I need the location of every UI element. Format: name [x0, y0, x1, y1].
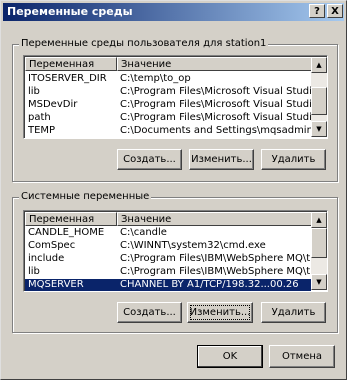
user-variables-list[interactable]: Переменная Значение ITOSERVER_DIR C:\tem… [23, 55, 328, 139]
variable-name: MSDevDir [28, 99, 78, 110]
close-button[interactable]: X [327, 4, 343, 18]
table-row-selected[interactable]: MQSERVER CHANNEL BY A1/TCP/198.32...00.2… [25, 279, 311, 291]
table-row[interactable]: lib C:\Program Files\Microsoft Visual St… [25, 86, 312, 98]
environment-variables-dialog: Переменные среды ? X Переменные среды по… [0, 0, 347, 380]
variable-value: CHANNEL BY A1/TCP/198.32...00.26 [120, 279, 299, 290]
scroll-down-icon[interactable]: ▼ [311, 121, 327, 137]
table-row[interactable]: MSDevDir C:\Program Files\Microsoft Visu… [25, 99, 312, 111]
system-edit-button[interactable]: Изменить... [187, 302, 253, 323]
variable-name: TEMP [28, 125, 56, 136]
variable-name: lib [28, 266, 40, 277]
variable-value: C:\Documents and Settings\mqsadmin\Lo... [120, 125, 312, 136]
variable-name: ITOSERVER_DIR [28, 73, 107, 84]
scroll-up-icon[interactable]: ▲ [311, 212, 327, 228]
user-variables-group-label: Переменные среды пользователя для statio… [19, 38, 269, 49]
system-variables-header: Переменная Значение [25, 212, 312, 226]
variable-name: path [28, 112, 51, 123]
column-header-variable[interactable]: Переменная [25, 212, 117, 226]
column-header-value[interactable]: Значение [117, 212, 312, 226]
column-header-value[interactable]: Значение [117, 57, 312, 71]
table-row[interactable]: CANDLE_HOME C:\candle [25, 227, 312, 239]
table-row[interactable]: path C:\Program Files\Microsoft Visual S… [25, 112, 312, 124]
scroll-down-icon[interactable]: ▼ [311, 274, 327, 290]
column-header-variable[interactable]: Переменная [25, 57, 117, 71]
title-bar: Переменные среды ? X [3, 3, 344, 21]
scroll-thumb[interactable] [311, 228, 327, 258]
table-row[interactable]: lib C:\Program Files\IBM\WebSphere MQ\t.… [25, 266, 312, 278]
system-delete-button[interactable]: Удалить [261, 302, 326, 323]
cancel-button[interactable]: Отмена [269, 345, 335, 368]
ok-button[interactable]: OK [197, 345, 263, 368]
variable-name: CANDLE_HOME [28, 227, 105, 238]
system-variables-group: Системные переменные Переменная Значение… [12, 191, 338, 333]
help-button[interactable]: ? [309, 4, 325, 18]
scroll-up-icon[interactable]: ▲ [311, 57, 327, 73]
variable-name: MQSERVER [28, 279, 84, 290]
system-variables-scrollbar[interactable]: ▲ ▼ [311, 212, 327, 290]
table-row[interactable]: ComSpec C:\WINNT\system32\cmd.exe [25, 240, 312, 252]
scroll-thumb[interactable] [311, 87, 327, 115]
variable-name: lib [28, 86, 40, 97]
user-edit-button[interactable]: Изменить... [189, 149, 254, 170]
window-title: Переменные среды [7, 5, 133, 18]
variable-value: C:\candle [120, 227, 167, 238]
system-variables-list[interactable]: Переменная Значение CANDLE_HOME C:\candl… [23, 210, 328, 292]
user-variables-header: Переменная Значение [25, 57, 312, 71]
table-row[interactable]: ITOSERVER_DIR C:\temp\to_op [25, 73, 312, 85]
variable-value: C:\Program Files\Microsoft Visual Studio… [120, 99, 312, 110]
variable-name: ComSpec [28, 240, 76, 251]
user-delete-button[interactable]: Удалить [261, 149, 326, 170]
user-new-button[interactable]: Создать... [117, 149, 182, 170]
table-row[interactable]: TEMP C:\Documents and Settings\mqsadmin\… [25, 125, 312, 137]
variable-value: C:\WINNT\system32\cmd.exe [120, 240, 266, 251]
user-variables-scrollbar[interactable]: ▲ ▼ [311, 57, 327, 137]
variable-value: C:\Program Files\Microsoft Visual Studio… [120, 112, 312, 123]
system-new-button[interactable]: Создать... [117, 302, 182, 323]
variable-value: C:\temp\to_op [120, 73, 191, 84]
user-variables-group: Переменные среды пользователя для statio… [12, 38, 338, 182]
system-variables-group-label: Системные переменные [19, 191, 152, 202]
table-row[interactable]: include C:\Program Files\IBM\WebSphere M… [25, 253, 312, 265]
variable-value: C:\Program Files\IBM\WebSphere MQ\t... [120, 266, 312, 277]
variable-name: include [28, 253, 65, 264]
variable-value: C:\Program Files\IBM\WebSphere MQ\t... [120, 253, 312, 264]
variable-value: C:\Program Files\Microsoft Visual Studio… [120, 86, 312, 97]
